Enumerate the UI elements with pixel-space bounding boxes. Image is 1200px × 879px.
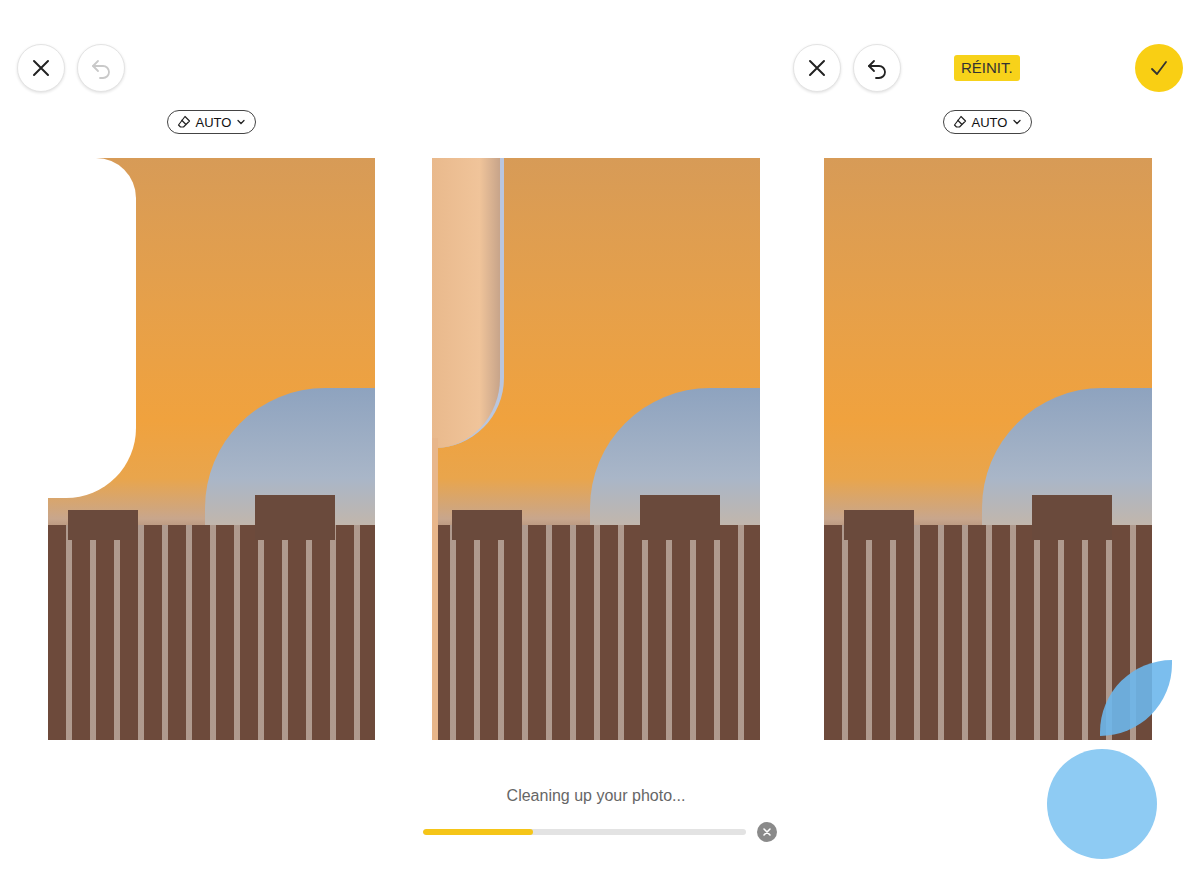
- undo-icon: [89, 56, 113, 80]
- chevron-down-icon: [1012, 117, 1022, 127]
- mode-spacer: [423, 110, 780, 134]
- building-top: [640, 495, 720, 540]
- check-icon: [1148, 57, 1170, 79]
- middle-panel: Cleaning up your photo...: [423, 0, 780, 842]
- close-button[interactable]: [793, 44, 841, 92]
- photo: [824, 158, 1152, 740]
- undo-button[interactable]: [853, 44, 901, 92]
- photo: [48, 158, 375, 740]
- close-button[interactable]: [17, 44, 65, 92]
- close-icon: [807, 58, 827, 78]
- undo-button: [77, 44, 125, 92]
- undo-icon: [865, 56, 889, 80]
- building: [824, 525, 1152, 740]
- photo: [432, 158, 760, 740]
- eraser-icon: [953, 115, 967, 129]
- confirm-button[interactable]: [1135, 44, 1183, 92]
- building-top: [68, 510, 138, 540]
- building: [48, 525, 375, 740]
- touch-indicator: [1047, 749, 1157, 859]
- chevron-down-icon: [236, 117, 246, 127]
- processing-streak: [432, 158, 504, 448]
- reset-button[interactable]: RÉINIT.: [954, 55, 1020, 81]
- erase-mask: [48, 158, 136, 498]
- progress-fill: [423, 829, 533, 835]
- building-top: [1032, 495, 1112, 540]
- chevron-down-icon: [1012, 117, 1022, 127]
- right-panel: RÉINIT. AUTO: [793, 0, 1183, 740]
- toolbar: [17, 44, 375, 92]
- eraser-icon: [177, 115, 191, 129]
- chevron-down-icon: [236, 117, 246, 127]
- mode-dropdown[interactable]: AUTO: [943, 110, 1033, 134]
- building: [432, 525, 760, 740]
- mode-label: AUTO: [196, 116, 232, 129]
- close-icon: [31, 58, 51, 78]
- eraser-icon: [177, 115, 191, 129]
- cancel-button[interactable]: [757, 822, 777, 842]
- progress-track: [423, 829, 746, 835]
- eraser-icon: [953, 115, 967, 129]
- mode-row: AUTO: [48, 110, 375, 134]
- mode-dropdown[interactable]: AUTO: [167, 110, 257, 134]
- building-top: [844, 510, 914, 540]
- close-icon: [762, 827, 772, 837]
- building-top: [452, 510, 522, 540]
- mode-label: AUTO: [972, 116, 1008, 129]
- status-text: Cleaning up your photo...: [432, 786, 760, 806]
- mode-row: AUTO: [824, 110, 1151, 134]
- toolbar-spacer: [423, 44, 780, 92]
- erase-mask: [48, 488, 62, 498]
- left-panel: AUTO: [17, 0, 375, 740]
- processing-streak: [432, 438, 438, 740]
- progress-row: [423, 822, 780, 842]
- toolbar: RÉINIT.: [793, 44, 1183, 92]
- building-top: [255, 495, 335, 540]
